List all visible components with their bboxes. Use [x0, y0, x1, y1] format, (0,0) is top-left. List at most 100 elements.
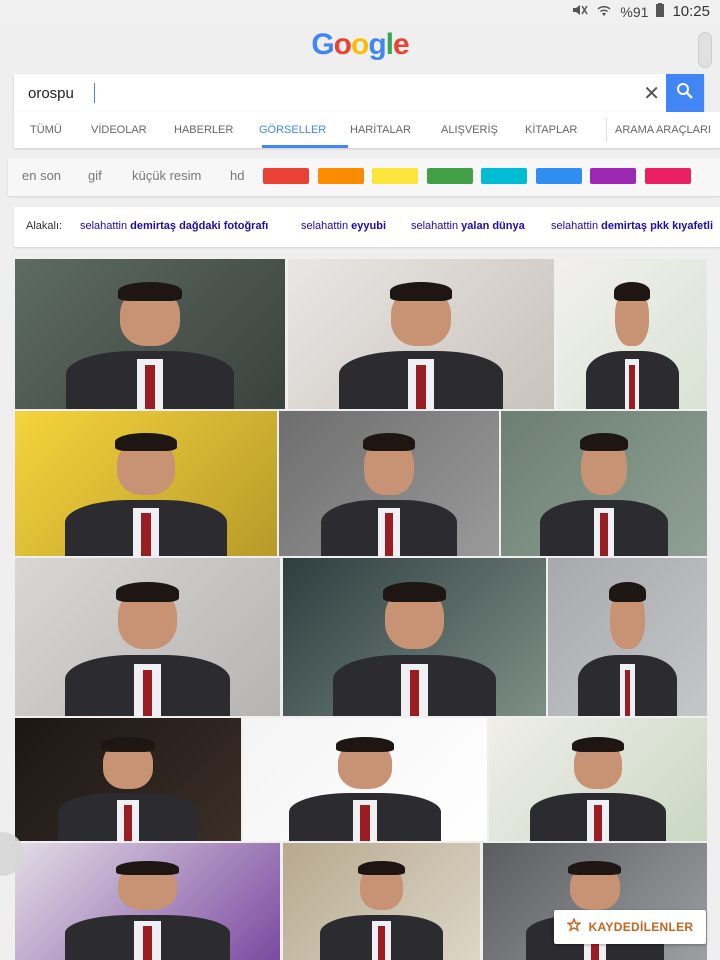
- tie: [409, 669, 420, 716]
- clear-icon[interactable]: ✕: [643, 81, 660, 106]
- image-result-thumbnail[interactable]: [15, 718, 241, 841]
- logo-letter: o: [333, 28, 352, 61]
- tab-shopping[interactable]: ALIŞVERİŞ: [441, 124, 498, 136]
- logo-letters: Google: [311, 28, 410, 62]
- status-bar: %91 10:25: [0, 0, 720, 24]
- color-filter-swatch[interactable]: [644, 168, 691, 184]
- tab-bar: TÜMÜ VİDEOLAR HABERLER GÖRSELLER HARİTAL…: [14, 112, 720, 148]
- filter-small[interactable]: küçük resim: [132, 168, 201, 183]
- text-caret: [94, 83, 95, 103]
- tie: [600, 513, 608, 556]
- color-filter-swatch[interactable]: [590, 168, 636, 184]
- person-figure: [320, 852, 443, 960]
- hair: [608, 582, 647, 602]
- person-figure: [57, 728, 199, 841]
- image-result-thumbnail[interactable]: [15, 411, 277, 556]
- related-link[interactable]: selahattin demirtaş dağdaki fotoğrafı: [80, 220, 268, 232]
- mute-icon: [572, 3, 589, 20]
- image-result-thumbnail[interactable]: [279, 411, 499, 556]
- person-figure: [320, 423, 458, 556]
- logo-letter: e: [392, 28, 410, 61]
- search-icon: [676, 82, 694, 105]
- color-filter-swatch[interactable]: [263, 168, 309, 184]
- hair: [114, 433, 177, 452]
- tie: [142, 925, 153, 960]
- tie: [360, 804, 370, 841]
- hair: [118, 282, 182, 301]
- tab-search-tools[interactable]: ARAMA ARAÇLARI: [615, 124, 711, 136]
- image-result-thumbnail[interactable]: [15, 259, 285, 409]
- tie: [142, 669, 153, 716]
- hair: [383, 582, 446, 602]
- battery-icon: [656, 3, 665, 20]
- tie: [416, 364, 426, 409]
- hair: [116, 860, 179, 876]
- image-result-thumbnail[interactable]: [501, 411, 707, 556]
- saved-label: KAYDEDİLENLER: [588, 920, 694, 934]
- color-filter-swatch[interactable]: [372, 168, 418, 184]
- tab-divider: [606, 118, 607, 142]
- tie: [377, 925, 386, 960]
- person-figure: [338, 271, 504, 409]
- logo-letter: l: [385, 28, 394, 61]
- image-result-thumbnail[interactable]: [557, 259, 707, 409]
- person-figure: [66, 271, 234, 409]
- logo-letter: o: [350, 28, 369, 61]
- filter-hd[interactable]: hd: [230, 168, 244, 183]
- tie: [593, 804, 603, 841]
- person-figure: [585, 271, 679, 409]
- tie: [384, 513, 394, 556]
- tie: [123, 804, 133, 841]
- person-figure: [65, 852, 230, 960]
- color-filter-swatch[interactable]: [317, 168, 364, 184]
- tie: [629, 364, 635, 409]
- tab-images[interactable]: GÖRSELLER: [259, 124, 326, 136]
- image-result-thumbnail[interactable]: [288, 259, 554, 409]
- person-figure: [332, 571, 497, 716]
- image-result-thumbnail[interactable]: [283, 558, 546, 716]
- image-filter-bar: en son gif küçük resim hd: [8, 158, 720, 196]
- wifi-icon: [596, 4, 612, 20]
- person-figure: [289, 728, 441, 841]
- color-filter-swatch[interactable]: [535, 168, 582, 184]
- image-result-thumbnail[interactable]: [548, 558, 707, 716]
- related-link[interactable]: selahattin demirtaş pkk kıyafetli: [551, 220, 713, 232]
- tab-news[interactable]: HABERLER: [174, 124, 233, 136]
- battery-level: %91: [620, 3, 649, 20]
- hair: [336, 736, 394, 753]
- clock: 10:25: [672, 3, 710, 20]
- search-input[interactable]: [28, 82, 588, 104]
- tab-videos[interactable]: VİDEOLAR: [91, 124, 147, 136]
- color-filter-swatch[interactable]: [426, 168, 473, 184]
- tab-maps[interactable]: HARİTALAR: [350, 124, 411, 136]
- google-logo[interactable]: Google: [0, 28, 720, 62]
- search-button[interactable]: [666, 74, 704, 112]
- image-result-thumbnail[interactable]: [15, 843, 280, 960]
- person-figure: [578, 571, 677, 716]
- image-result-thumbnail[interactable]: [489, 718, 707, 841]
- scroll-handle[interactable]: [698, 32, 712, 68]
- related-link[interactable]: selahattin eyyubi: [301, 220, 386, 232]
- hair: [116, 582, 179, 602]
- image-result-thumbnail[interactable]: [15, 558, 280, 716]
- hair: [614, 282, 650, 301]
- tab-all[interactable]: TÜMÜ: [30, 124, 62, 136]
- saved-button[interactable]: KAYDEDİLENLER: [554, 910, 706, 944]
- color-filter-swatch[interactable]: [481, 168, 527, 184]
- related-searches: Alakalı: selahattin demirtaş dağdaki fot…: [14, 207, 720, 247]
- active-tab-indicator: [262, 145, 348, 148]
- person-figure: [65, 571, 230, 716]
- person-figure: [540, 423, 668, 556]
- related-link[interactable]: selahattin yalan dünya: [411, 220, 525, 232]
- tab-books[interactable]: KİTAPLAR: [525, 124, 577, 136]
- hair: [572, 736, 624, 753]
- filter-recent[interactable]: en son: [22, 168, 61, 183]
- hair: [389, 282, 453, 301]
- filter-gif[interactable]: gif: [88, 168, 102, 183]
- image-result-thumbnail[interactable]: [243, 718, 487, 841]
- tie: [144, 364, 155, 409]
- hair: [579, 433, 629, 452]
- image-result-thumbnail[interactable]: [283, 843, 480, 960]
- related-label: Alakalı:: [26, 220, 63, 232]
- hair: [358, 860, 405, 876]
